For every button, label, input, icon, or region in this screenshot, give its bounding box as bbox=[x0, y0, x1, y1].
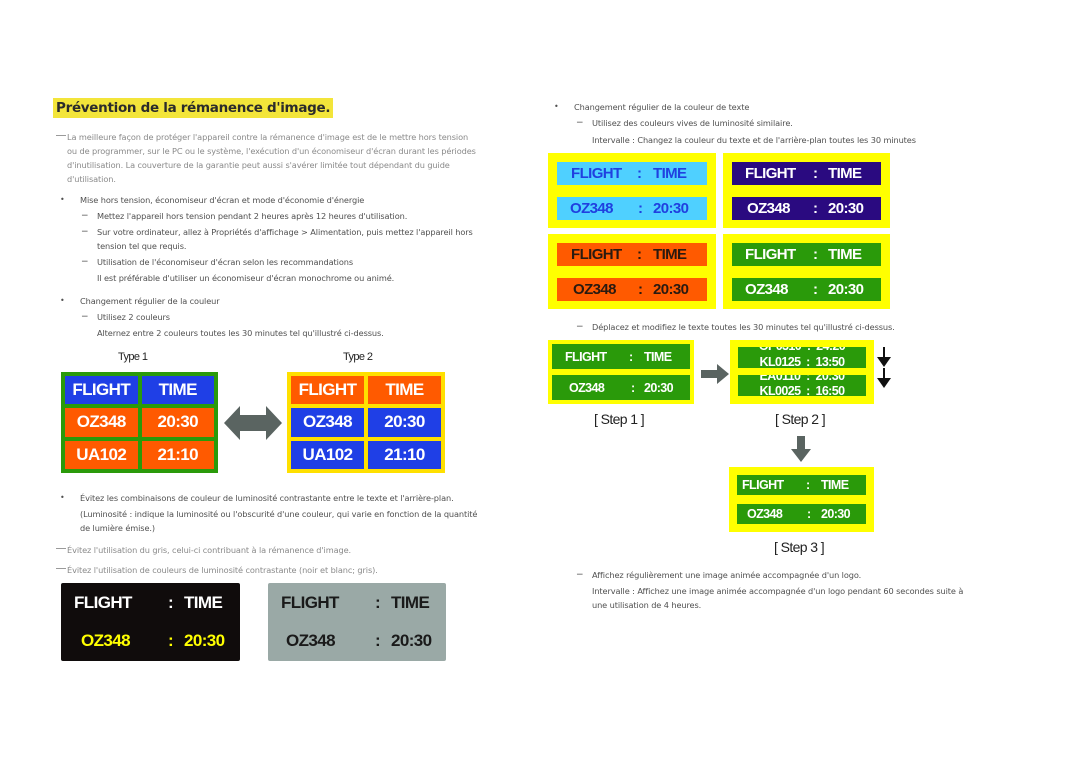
bullet-dot: • bbox=[60, 493, 65, 502]
swap-arrow-icon bbox=[224, 406, 282, 440]
bullet-dot: • bbox=[60, 296, 65, 305]
step1-label: [ Step 1 ] bbox=[594, 411, 645, 427]
gray-row-2: OZ348:20:30 bbox=[286, 631, 432, 650]
type1-cell: OZ348 bbox=[65, 408, 138, 437]
dash-icon: − bbox=[81, 312, 89, 322]
dash-icon: − bbox=[81, 211, 89, 221]
board2-row-2: OZ348:20:30 bbox=[732, 197, 881, 220]
color-board-3: FLIGHT: TIME OZ348:20:30 bbox=[548, 234, 716, 309]
bullet-dot: • bbox=[554, 102, 559, 111]
bullet-contrast: • Évitez les combinaisons de couleur de l… bbox=[60, 493, 454, 503]
power-item-2: − Sur votre ordinateur, allez à Propriété… bbox=[81, 227, 473, 237]
step1-row-1: FLIGHT: TIME bbox=[552, 344, 690, 369]
power-item-3: − Utilisation de l'économiseur d'écran se… bbox=[81, 257, 353, 267]
step2-board: OP0310 : 24:20 KL0125 : 13:50 EA0110 : 2… bbox=[730, 340, 874, 404]
power-item-1: − Mettez l'appareil hors tension pendant … bbox=[81, 211, 408, 221]
type2-cell: OZ348 bbox=[291, 408, 364, 437]
note-contrast: Évitez l'utilisation de couleurs de lumi… bbox=[56, 565, 378, 575]
dark-row-1: FLIGHT: TIME bbox=[74, 593, 223, 612]
type1-cell: UA102 bbox=[65, 440, 138, 469]
color-board-4: FLIGHT: TIME OZ348:20:30 bbox=[723, 234, 890, 309]
step1-row-2: OZ348:20:30 bbox=[552, 375, 690, 400]
intro-line-3: d'inutilisation. La couverture de la gar… bbox=[67, 160, 450, 170]
color-board-2: FLIGHT: TIME OZ348:20:30 bbox=[723, 153, 890, 228]
board3-row-2: OZ348:20:30 bbox=[557, 278, 707, 301]
dark-board: FLIGHT: TIME OZ348:20:30 bbox=[61, 583, 240, 661]
animated-logo-item-c: une utilisation de 4 heures. bbox=[592, 600, 702, 610]
text-color-item-1: − Utilisez des couleurs vives de luminosi… bbox=[576, 118, 793, 128]
color-board-1: FLIGHT: TIME OZ348:20:30 bbox=[548, 153, 716, 228]
bullet-color: • Changement régulier de la couleur bbox=[60, 296, 220, 306]
step2-row-2: EA0110 : 20:30 KL0025 : 16:50 bbox=[738, 375, 866, 396]
type1-cell: 21:10 bbox=[141, 440, 214, 469]
step3-row-1: FLIGHT: TIME bbox=[737, 475, 866, 495]
animated-logo-item: − Affichez régulièrement une image animée… bbox=[576, 570, 862, 580]
bullet-text-color: • Changement régulier de la couleur de te… bbox=[554, 102, 750, 112]
dash-icon: − bbox=[576, 322, 584, 332]
type2-cell: 20:30 bbox=[368, 408, 441, 437]
board4-row-2: OZ348:20:30 bbox=[732, 278, 881, 301]
type2-cell: UA102 bbox=[291, 440, 364, 469]
right-arrow-icon bbox=[701, 364, 729, 384]
color-item-1b: Alternez entre 2 couleurs toutes les 30 … bbox=[97, 328, 384, 338]
power-item-2b: tension tel que requis. bbox=[97, 241, 187, 251]
type2-cell: TIME bbox=[368, 376, 441, 405]
step2-label: [ Step 2 ] bbox=[775, 411, 826, 427]
section-title: Prévention de la rémanence d'image. bbox=[53, 98, 334, 118]
dash-icon: − bbox=[576, 570, 584, 580]
dash-icon: − bbox=[81, 227, 89, 237]
power-item-3b: Il est préférable d'utiliser un économis… bbox=[97, 273, 395, 283]
gray-board: FLIGHT: TIME OZ348:20:30 bbox=[268, 583, 446, 661]
step3-board: FLIGHT: TIME OZ348:20:30 bbox=[729, 467, 874, 532]
step2-row-1: OP0310 : 24:20 KL0125 : 13:50 bbox=[738, 347, 866, 368]
type2-board: FLIGHT TIME OZ348 20:30 UA102 21:10 bbox=[287, 372, 445, 473]
down-arrow-icon bbox=[877, 347, 891, 367]
contrast-line-3: de lumière émise.) bbox=[80, 523, 156, 533]
type1-cell: FLIGHT bbox=[65, 376, 138, 405]
type2-cell: FLIGHT bbox=[291, 376, 364, 405]
step1-board: FLIGHT: TIME OZ348:20:30 bbox=[548, 340, 694, 404]
board2-row-1: FLIGHT: TIME bbox=[732, 162, 881, 185]
dash-icon: − bbox=[576, 118, 584, 128]
note-gray: Évitez l'utilisation du gris, celui-ci c… bbox=[55, 545, 352, 555]
dark-row-2: OZ348:20:30 bbox=[81, 631, 225, 650]
intro-line-2: ou de programmer, sur le PC ou le systèm… bbox=[67, 146, 476, 156]
board4-row-1: FLIGHT: TIME bbox=[732, 243, 881, 266]
gray-row-1: FLIGHT: TIME bbox=[281, 593, 430, 612]
move-text-item: − Déplacez et modifiez le texte toutes le… bbox=[576, 322, 895, 332]
type1-cell: TIME bbox=[141, 376, 214, 405]
board3-row-1: FLIGHT: TIME bbox=[557, 243, 707, 266]
type2-label: Type 2 bbox=[343, 351, 373, 363]
intro-line-4: d'utilisation. bbox=[67, 174, 116, 184]
intro-line-1: La meilleure façon de protéger l'apparei… bbox=[55, 132, 469, 142]
bullet-dot: • bbox=[60, 195, 65, 204]
type1-label: Type 1 bbox=[118, 351, 148, 363]
type1-cell: 20:30 bbox=[141, 408, 214, 437]
animated-logo-item-b: Intervalle : Affichez une image animée a… bbox=[592, 586, 964, 596]
type1-board: FLIGHT TIME OZ348 20:30 UA102 21:10 bbox=[61, 372, 218, 473]
dash-icon: − bbox=[81, 257, 89, 267]
contrast-line-2: (Luminosité : indique la luminosité ou l… bbox=[80, 509, 478, 519]
step3-label: [ Step 3 ] bbox=[774, 539, 825, 555]
step3-row-2: OZ348:20:30 bbox=[737, 504, 866, 524]
text-color-item-1b: Intervalle : Changez la couleur du texte… bbox=[592, 135, 916, 145]
bullet-power: • Mise hors tension, économiseur d'écran … bbox=[60, 195, 365, 205]
type2-cell: 21:10 bbox=[368, 440, 441, 469]
board1-row-1: FLIGHT: TIME bbox=[557, 162, 707, 185]
board1-row-2: OZ348:20:30 bbox=[557, 197, 707, 220]
down-arrow-icon bbox=[791, 436, 811, 462]
down-arrow-icon bbox=[877, 368, 891, 388]
color-item-1: − Utilisez 2 couleurs bbox=[81, 312, 170, 322]
